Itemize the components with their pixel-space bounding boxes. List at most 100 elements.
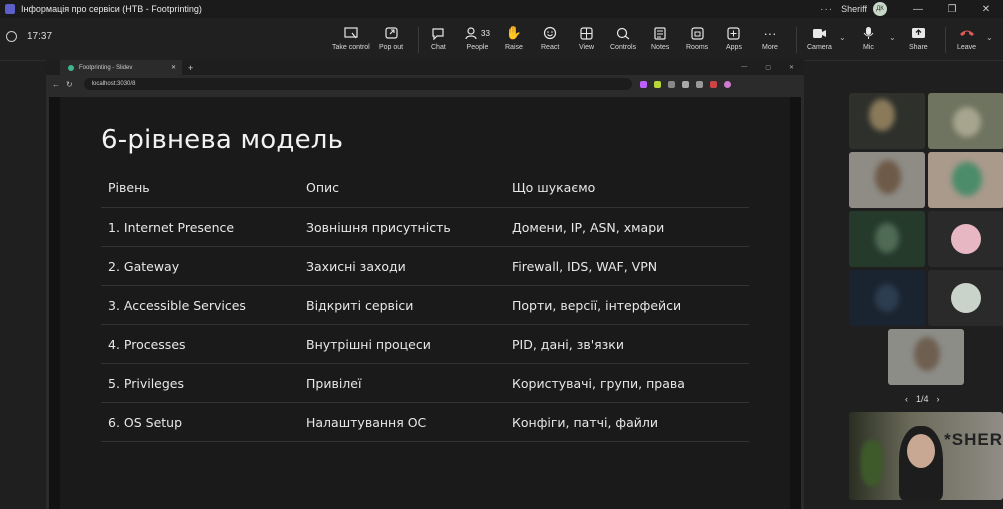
table-cell: 4. Processes: [101, 324, 299, 364]
raise-hand-button[interactable]: ✋ Raise: [505, 22, 523, 51]
pop-out-icon: [384, 22, 398, 44]
leave-options-chevron-icon[interactable]: ⌄: [986, 33, 993, 42]
participant-video-tile[interactable]: [849, 152, 925, 208]
maximize-icon[interactable]: ❐: [935, 4, 969, 15]
table-cell: Зовнішня присутність: [299, 207, 505, 247]
participant-video-tile[interactable]: [849, 93, 925, 149]
table-row: 5. Privileges Привілеї Користувачі, груп…: [101, 363, 749, 403]
browser-tabbar: Footprinting - Slidev ✕ + — ▢ ✕: [46, 60, 804, 75]
rooms-icon: [690, 22, 704, 44]
toolbar-divider: [796, 27, 797, 53]
camera-options-chevron-icon[interactable]: ⌄: [839, 33, 846, 42]
mic-button[interactable]: Mic: [863, 22, 874, 51]
participant-video-tile[interactable]: [849, 211, 925, 267]
smiley-icon: [543, 22, 557, 44]
mic-options-chevron-icon[interactable]: ⌄: [889, 33, 896, 42]
extension-icon[interactable]: [709, 80, 717, 88]
url-field[interactable]: localhost:3030/8: [83, 78, 632, 90]
slidev-favicon-icon: [68, 64, 74, 71]
browser-nav-icons[interactable]: ←↻: [52, 80, 79, 89]
browser-tab-title: Footprinting - Slidev: [79, 64, 133, 71]
table-cell: Домени, IP, ASN, хмари: [505, 207, 749, 247]
table-header: Що шукаємо: [505, 167, 749, 208]
share-label: Share: [909, 44, 928, 51]
phone-hangup-icon: [959, 22, 975, 44]
extension-icon[interactable]: [667, 80, 675, 88]
take-control-button[interactable]: Take control: [332, 22, 370, 51]
close-icon[interactable]: ✕: [969, 4, 1003, 15]
chevron-left-icon[interactable]: ‹: [905, 394, 908, 404]
camera-label: Camera: [807, 44, 832, 51]
table-cell: Конфіги, патчі, файли: [505, 402, 749, 442]
view-button[interactable]: View: [579, 22, 594, 51]
participant-avatar: [951, 224, 981, 254]
people-count: 33: [481, 28, 490, 38]
table-cell: 6. OS Setup: [101, 402, 299, 442]
table-cell: Firewall, IDS, WAF, VPN: [505, 246, 749, 286]
new-tab-icon[interactable]: +: [188, 63, 193, 73]
participant-video-tile[interactable]: [928, 93, 1003, 149]
participant-avatar-tile[interactable]: [928, 270, 1003, 326]
participant-video-tile[interactable]: [888, 329, 964, 385]
tab-close-icon[interactable]: ✕: [171, 64, 176, 71]
participant-avatar-tile[interactable]: [928, 211, 1003, 267]
minimize-icon[interactable]: —: [901, 4, 935, 15]
browser-window-controls: — ▢ ✕: [741, 64, 794, 71]
participant-video-tile[interactable]: [928, 152, 1003, 208]
window-title: Інформація про сервіси (НТВ - Footprinti…: [21, 4, 202, 14]
leave-button[interactable]: Leave: [957, 22, 976, 51]
people-button[interactable]: 33 People: [465, 22, 490, 51]
grid-view-icon: [580, 22, 593, 44]
self-view-video[interactable]: *SHER: [849, 412, 1003, 500]
pager-text: 1/4: [916, 394, 929, 404]
participant-video-tile[interactable]: [849, 270, 925, 326]
extension-icon[interactable]: [639, 80, 647, 88]
browser-address-bar: ←↻ localhost:3030/8: [46, 75, 804, 93]
more-button[interactable]: ··· More: [762, 22, 778, 52]
notes-label: Notes: [651, 44, 670, 51]
rooms-button[interactable]: Rooms: [686, 22, 708, 51]
download-icon[interactable]: [681, 80, 689, 88]
profile-icon[interactable]: [723, 80, 731, 88]
browser-tab[interactable]: Footprinting - Slidev ✕: [60, 60, 182, 75]
browser-close-icon[interactable]: ✕: [789, 64, 794, 71]
share-screen-icon: [911, 22, 926, 44]
controls-button[interactable]: Controls: [610, 22, 636, 51]
notes-button[interactable]: Notes: [651, 22, 669, 51]
chat-button[interactable]: Chat: [431, 22, 446, 51]
browser-minimize-icon[interactable]: —: [741, 64, 747, 71]
browser-maximize-icon[interactable]: ▢: [765, 64, 771, 71]
more-label: More: [762, 44, 778, 51]
apps-button[interactable]: Apps: [726, 22, 742, 51]
plant-shape: [861, 440, 883, 486]
pop-out-button[interactable]: Pop out: [379, 22, 403, 51]
share-button[interactable]: Share: [909, 22, 928, 51]
table-cell: Налаштування ОС: [299, 402, 505, 442]
table-cell: Захисні заходи: [299, 246, 505, 286]
levels-table: Рівень Опис Що шукаємо 1. Internet Prese…: [101, 167, 749, 442]
table-row: 3. Accessible Services Відкриті сервіси …: [101, 285, 749, 325]
participant-avatar: [951, 283, 981, 313]
view-label: View: [579, 44, 595, 51]
more-options-icon[interactable]: ···: [820, 4, 833, 15]
extension-icon[interactable]: [695, 80, 703, 88]
table-row: 4. Processes Внутрішні процеси PID, дані…: [101, 324, 749, 364]
user-avatar[interactable]: ДК: [873, 2, 887, 16]
shared-browser-window: Footprinting - Slidev ✕ + — ▢ ✕ ←↻ local…: [46, 60, 804, 509]
slide-title: 6-рівнева модель: [101, 125, 344, 155]
table-header-row: Рівень Опис Що шукаємо: [101, 167, 749, 208]
meeting-toolbar: 17:37 Take control Pop out Chat 33 Peopl…: [0, 18, 1003, 61]
chevron-right-icon[interactable]: ›: [937, 394, 940, 404]
table-header: Опис: [299, 167, 505, 208]
table-cell: Порти, версії, інтерфейси: [505, 285, 749, 325]
window-titlebar: Інформація про сервіси (НТВ - Footprinti…: [0, 0, 1003, 18]
camera-button[interactable]: Camera: [807, 22, 832, 51]
table-cell: 5. Privileges: [101, 363, 299, 403]
table-cell: Відкриті сервіси: [299, 285, 505, 325]
user-name: Sheriff: [841, 4, 867, 14]
extension-icon[interactable]: [653, 80, 661, 88]
pop-out-label: Pop out: [379, 44, 404, 51]
notes-icon: [654, 22, 666, 44]
hand-icon: ✋: [505, 25, 523, 40]
react-button[interactable]: React: [541, 22, 559, 51]
